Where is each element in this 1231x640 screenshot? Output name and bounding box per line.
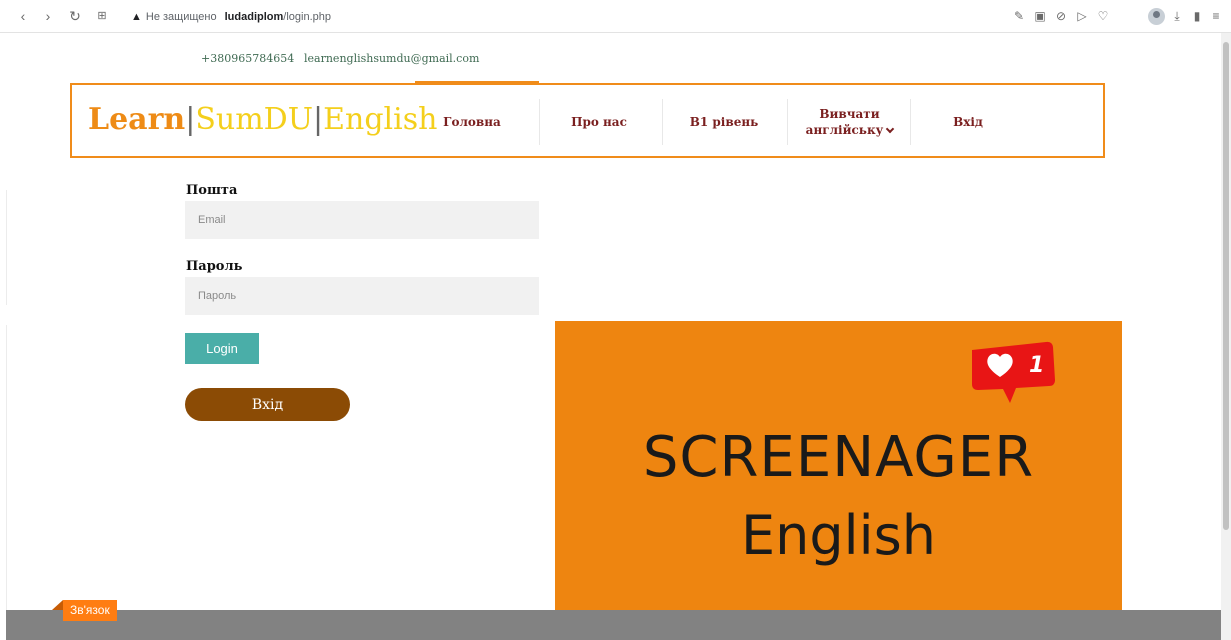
- logo-separator: |: [313, 102, 324, 137]
- site-header: Learn|SumDU|English Головна Про нас B1 р…: [70, 83, 1105, 158]
- logo-separator: |: [185, 102, 196, 137]
- banner-title: SCREENAGER: [642, 425, 1035, 490]
- nav-divider: [662, 99, 663, 145]
- page-edge-line: [6, 190, 7, 305]
- address-bar[interactable]: ▲ Не защищено ludadiplom/login.php: [131, 8, 331, 26]
- send-icon[interactable]: ▷: [1074, 8, 1090, 24]
- favorite-icon[interactable]: ♡: [1095, 8, 1111, 24]
- scrollbar-thumb[interactable]: [1223, 42, 1229, 530]
- page-edge-line: [6, 325, 7, 610]
- back-icon[interactable]: ‹: [14, 7, 32, 25]
- settings-menu-icon[interactable]: ≡: [1208, 8, 1224, 24]
- nav-divider: [910, 99, 911, 145]
- nav-learn-line2: англійську: [805, 123, 884, 137]
- email-label: Пошта: [186, 183, 238, 198]
- nav-divider: [787, 99, 788, 145]
- site-logo[interactable]: Learn|SumDU|English: [88, 100, 437, 140]
- chevron-down-icon: [886, 124, 895, 134]
- nav-learn-english-dropdown[interactable]: Вивчати англійську: [792, 99, 907, 145]
- url-host: ludadiplom: [224, 11, 284, 23]
- block-icon[interactable]: ⊘: [1053, 8, 1069, 24]
- forward-icon[interactable]: ›: [39, 7, 57, 25]
- download-icon[interactable]: ⤓: [1169, 8, 1185, 24]
- url-path: /login.php: [283, 11, 331, 23]
- phone-number: +380965784654: [201, 52, 295, 65]
- password-label: Пароль: [186, 259, 243, 274]
- footer-contact-tab[interactable]: Зв'язок: [63, 600, 117, 621]
- nav-b1-level[interactable]: B1 рівень: [674, 99, 774, 145]
- battery-icon[interactable]: ▮: [1189, 8, 1205, 24]
- nav-login[interactable]: Вхід: [918, 99, 1018, 145]
- nav-learn-line1: Вивчати: [819, 107, 880, 121]
- site-footer: [6, 610, 1221, 640]
- logo-sumdu: SumDU: [195, 102, 314, 137]
- email-input[interactable]: [185, 201, 539, 239]
- footer-tab-fold: [52, 600, 63, 610]
- logo-learn: Learn: [88, 102, 186, 137]
- login-button[interactable]: Login: [185, 333, 259, 364]
- apps-grid-icon[interactable]: ⊞: [93, 7, 111, 25]
- nav-home[interactable]: Головна: [422, 99, 522, 145]
- browser-toolbar: ‹ › ↻ ⊞ ▲ Не защищено ludadiplom/login.php…: [0, 0, 1231, 33]
- insecure-label: Не защищено: [145, 11, 217, 23]
- profile-avatar-icon[interactable]: [1148, 8, 1165, 25]
- screenager-banner: 1 SCREENAGER English: [555, 321, 1122, 621]
- email-address[interactable]: learnenglishsumdu@gmail.com: [304, 52, 479, 65]
- like-count: 1: [1029, 353, 1045, 378]
- warning-icon: ▲: [131, 11, 142, 23]
- banner-subtitle: English: [741, 504, 936, 567]
- logo-english: English: [323, 102, 438, 137]
- camera-icon[interactable]: ▣: [1032, 8, 1048, 24]
- enter-button[interactable]: Вхід: [185, 388, 350, 421]
- password-input[interactable]: [185, 277, 539, 315]
- edit-icon[interactable]: ✎: [1011, 8, 1027, 24]
- nav-divider: [539, 99, 540, 145]
- reload-icon[interactable]: ↻: [66, 7, 84, 25]
- nav-about[interactable]: Про нас: [549, 99, 649, 145]
